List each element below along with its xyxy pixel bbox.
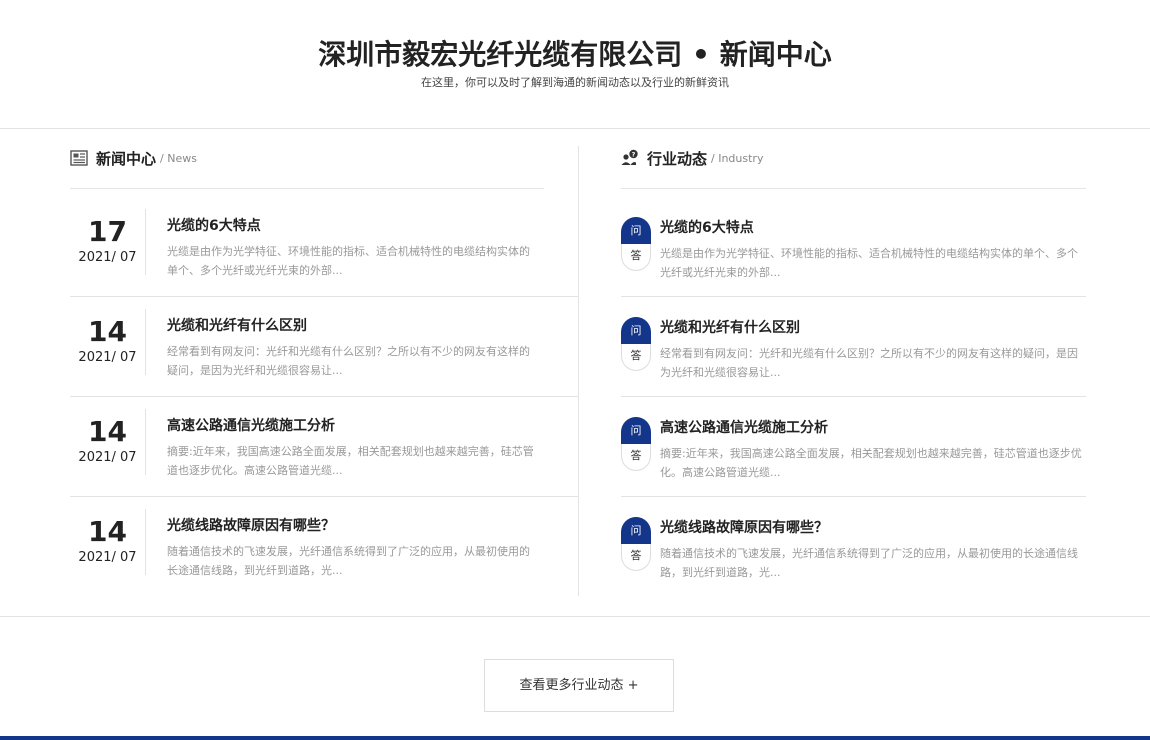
news-item[interactable]: 17 2021/ 07 光缆的6大特点 光缆是由作为光学特征、环境性能的指标、适…: [70, 197, 578, 297]
footer-accent-bar: [0, 736, 1150, 740]
news-section-heading: 新闻中心 / News: [70, 147, 197, 169]
svg-text:?: ?: [632, 151, 636, 159]
question-badge: 问: [621, 317, 651, 344]
question-badge: 问: [621, 417, 651, 444]
industry-section-title[interactable]: 行业动态: [647, 148, 707, 169]
news-summary: 经常看到有网友问：光纤和光缆有什么区别？之所以有不少的网友有这样的疑问，是因为光…: [167, 345, 530, 377]
date-year-month: 2021/ 07: [78, 550, 137, 565]
date-day: 14: [88, 415, 127, 448]
industry-summary: 摘要:近年来，我国高速公路全面发展，相关配套规划也越来越完善，硅芯管道也逐步优化…: [660, 447, 1082, 479]
news-section-en: / News: [160, 151, 197, 165]
industry-section-heading: ? 行业动态 / Industry: [621, 147, 763, 169]
date-box: 14 2021/ 07: [70, 309, 146, 375]
news-item[interactable]: 14 2021/ 07 光缆和光纤有什么区别 经常看到有网友问：光纤和光缆有什么…: [70, 297, 578, 397]
date-box: 14 2021/ 07: [70, 509, 146, 575]
column-divider: [578, 146, 579, 596]
news-item[interactable]: 14 2021/ 07 光缆线路故障原因有哪些？ 随着通信技术的飞速发展，光纤通…: [70, 497, 578, 597]
date-box: 17 2021/ 07: [70, 209, 146, 275]
answer-badge: 答: [621, 444, 651, 471]
users-question-icon: ?: [621, 149, 639, 167]
industry-title[interactable]: 光缆的6大特点: [660, 217, 754, 237]
date-year-month: 2021/ 07: [78, 250, 137, 265]
qa-badge: 问 答: [621, 317, 651, 371]
divider: [621, 188, 1086, 189]
page-header: 深圳市毅宏光纤光缆有限公司 • 新闻中心 在这里，你可以及时了解到海通的新闻动态…: [0, 0, 1150, 129]
industry-summary: 经常看到有网友问：光纤和光缆有什么区别？之所以有不少的网友有这样的疑问，是因为光…: [660, 347, 1078, 379]
divider: [0, 616, 1150, 617]
divider: [70, 188, 544, 189]
industry-title[interactable]: 光缆线路故障原因有哪些？: [660, 517, 828, 537]
qa-badge: 问 答: [621, 417, 651, 471]
newspaper-icon: [70, 149, 88, 167]
date-year-month: 2021/ 07: [78, 450, 137, 465]
date-day: 14: [88, 315, 127, 348]
industry-title[interactable]: 高速公路通信光缆施工分析: [660, 417, 828, 437]
news-summary: 随着通信技术的飞速发展，光纤通信系统得到了广泛的应用，从最初使用的长途通信线路，…: [167, 545, 530, 577]
industry-item[interactable]: 问 答 光缆和光纤有什么区别 经常看到有网友问：光纤和光缆有什么区别？之所以有不…: [621, 297, 1086, 397]
page-title: 深圳市毅宏光纤光缆有限公司 • 新闻中心: [318, 38, 832, 71]
qa-badge: 问 答: [621, 217, 651, 271]
question-badge: 问: [621, 217, 651, 244]
answer-badge: 答: [621, 244, 651, 271]
view-more-button[interactable]: 查看更多行业动态 +: [484, 659, 674, 712]
date-box: 14 2021/ 07: [70, 409, 146, 475]
news-title[interactable]: 光缆和光纤有什么区别: [167, 315, 307, 335]
news-summary: 光缆是由作为光学特征、环境性能的指标、适合机械特性的电缆结构实体的单个、多个光纤…: [167, 245, 530, 277]
news-title[interactable]: 高速公路通信光缆施工分析: [167, 415, 335, 435]
date-year-month: 2021/ 07: [78, 350, 137, 365]
news-title[interactable]: 光缆线路故障原因有哪些？: [167, 515, 335, 535]
industry-item[interactable]: 问 答 光缆的6大特点 光缆是由作为光学特征、环境性能的指标、适合机械特性的电缆…: [621, 197, 1086, 297]
industry-section-en: / Industry: [711, 151, 764, 165]
question-badge: 问: [621, 517, 651, 544]
news-section-title[interactable]: 新闻中心: [96, 148, 156, 169]
news-summary: 摘要:近年来，我国高速公路全面发展，相关配套规划也越来越完善，硅芯管道也逐步优化…: [167, 445, 534, 477]
industry-title[interactable]: 光缆和光纤有什么区别: [660, 317, 800, 337]
news-title[interactable]: 光缆的6大特点: [167, 215, 261, 235]
news-item[interactable]: 14 2021/ 07 高速公路通信光缆施工分析 摘要:近年来，我国高速公路全面…: [70, 397, 578, 497]
industry-summary: 随着通信技术的飞速发展，光纤通信系统得到了广泛的应用，从最初使用的长途通信线路，…: [660, 547, 1078, 579]
qa-badge: 问 答: [621, 517, 651, 571]
page-subtitle: 在这里，你可以及时了解到海通的新闻动态以及行业的新鲜资讯: [421, 76, 729, 89]
industry-item[interactable]: 问 答 光缆线路故障原因有哪些？ 随着通信技术的飞速发展，光纤通信系统得到了广泛…: [621, 497, 1086, 597]
industry-summary: 光缆是由作为光学特征、环境性能的指标、适合机械特性的电缆结构实体的单个、多个光纤…: [660, 247, 1078, 279]
industry-item[interactable]: 问 答 高速公路通信光缆施工分析 摘要:近年来，我国高速公路全面发展，相关配套规…: [621, 397, 1086, 497]
answer-badge: 答: [621, 544, 651, 571]
date-day: 14: [88, 515, 127, 548]
date-day: 17: [88, 215, 127, 248]
answer-badge: 答: [621, 344, 651, 371]
